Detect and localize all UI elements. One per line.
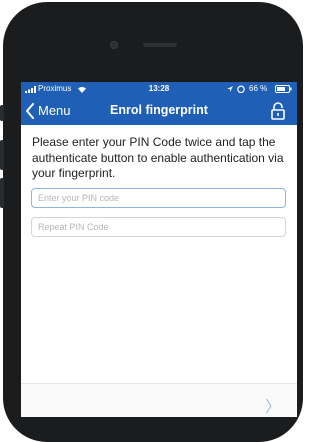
battery-icon xyxy=(275,85,292,93)
battery-percent: 66 % xyxy=(249,84,268,93)
instruction-text: Please enter your PIN Code twice and tap… xyxy=(32,135,284,180)
nav-bar: Menu Enrol fingerprint xyxy=(21,96,297,125)
pin-code-input[interactable] xyxy=(31,188,286,208)
phone-frame: Proximus 13:28 66 % Menu Enrol fingerpri… xyxy=(0,0,307,442)
mute-switch xyxy=(0,105,4,121)
screen: Proximus 13:28 66 % Menu Enrol fingerpri… xyxy=(21,82,297,417)
earpiece xyxy=(143,43,177,47)
repeat-pin-code-input[interactable] xyxy=(31,217,286,237)
alarm-icon xyxy=(237,85,245,93)
front-camera xyxy=(110,41,118,49)
bottom-toolbar: 〉 xyxy=(21,383,297,417)
next-chevron-icon[interactable]: 〉 xyxy=(265,393,281,417)
status-bar: Proximus 13:28 66 % xyxy=(21,82,297,96)
page-title: Enrol fingerprint xyxy=(110,103,208,117)
location-icon xyxy=(227,86,233,92)
volume-down-button xyxy=(0,178,4,208)
lock-icon[interactable] xyxy=(269,101,287,121)
volume-up-button xyxy=(0,140,4,170)
content-area: Please enter your PIN Code twice and tap… xyxy=(21,125,297,417)
